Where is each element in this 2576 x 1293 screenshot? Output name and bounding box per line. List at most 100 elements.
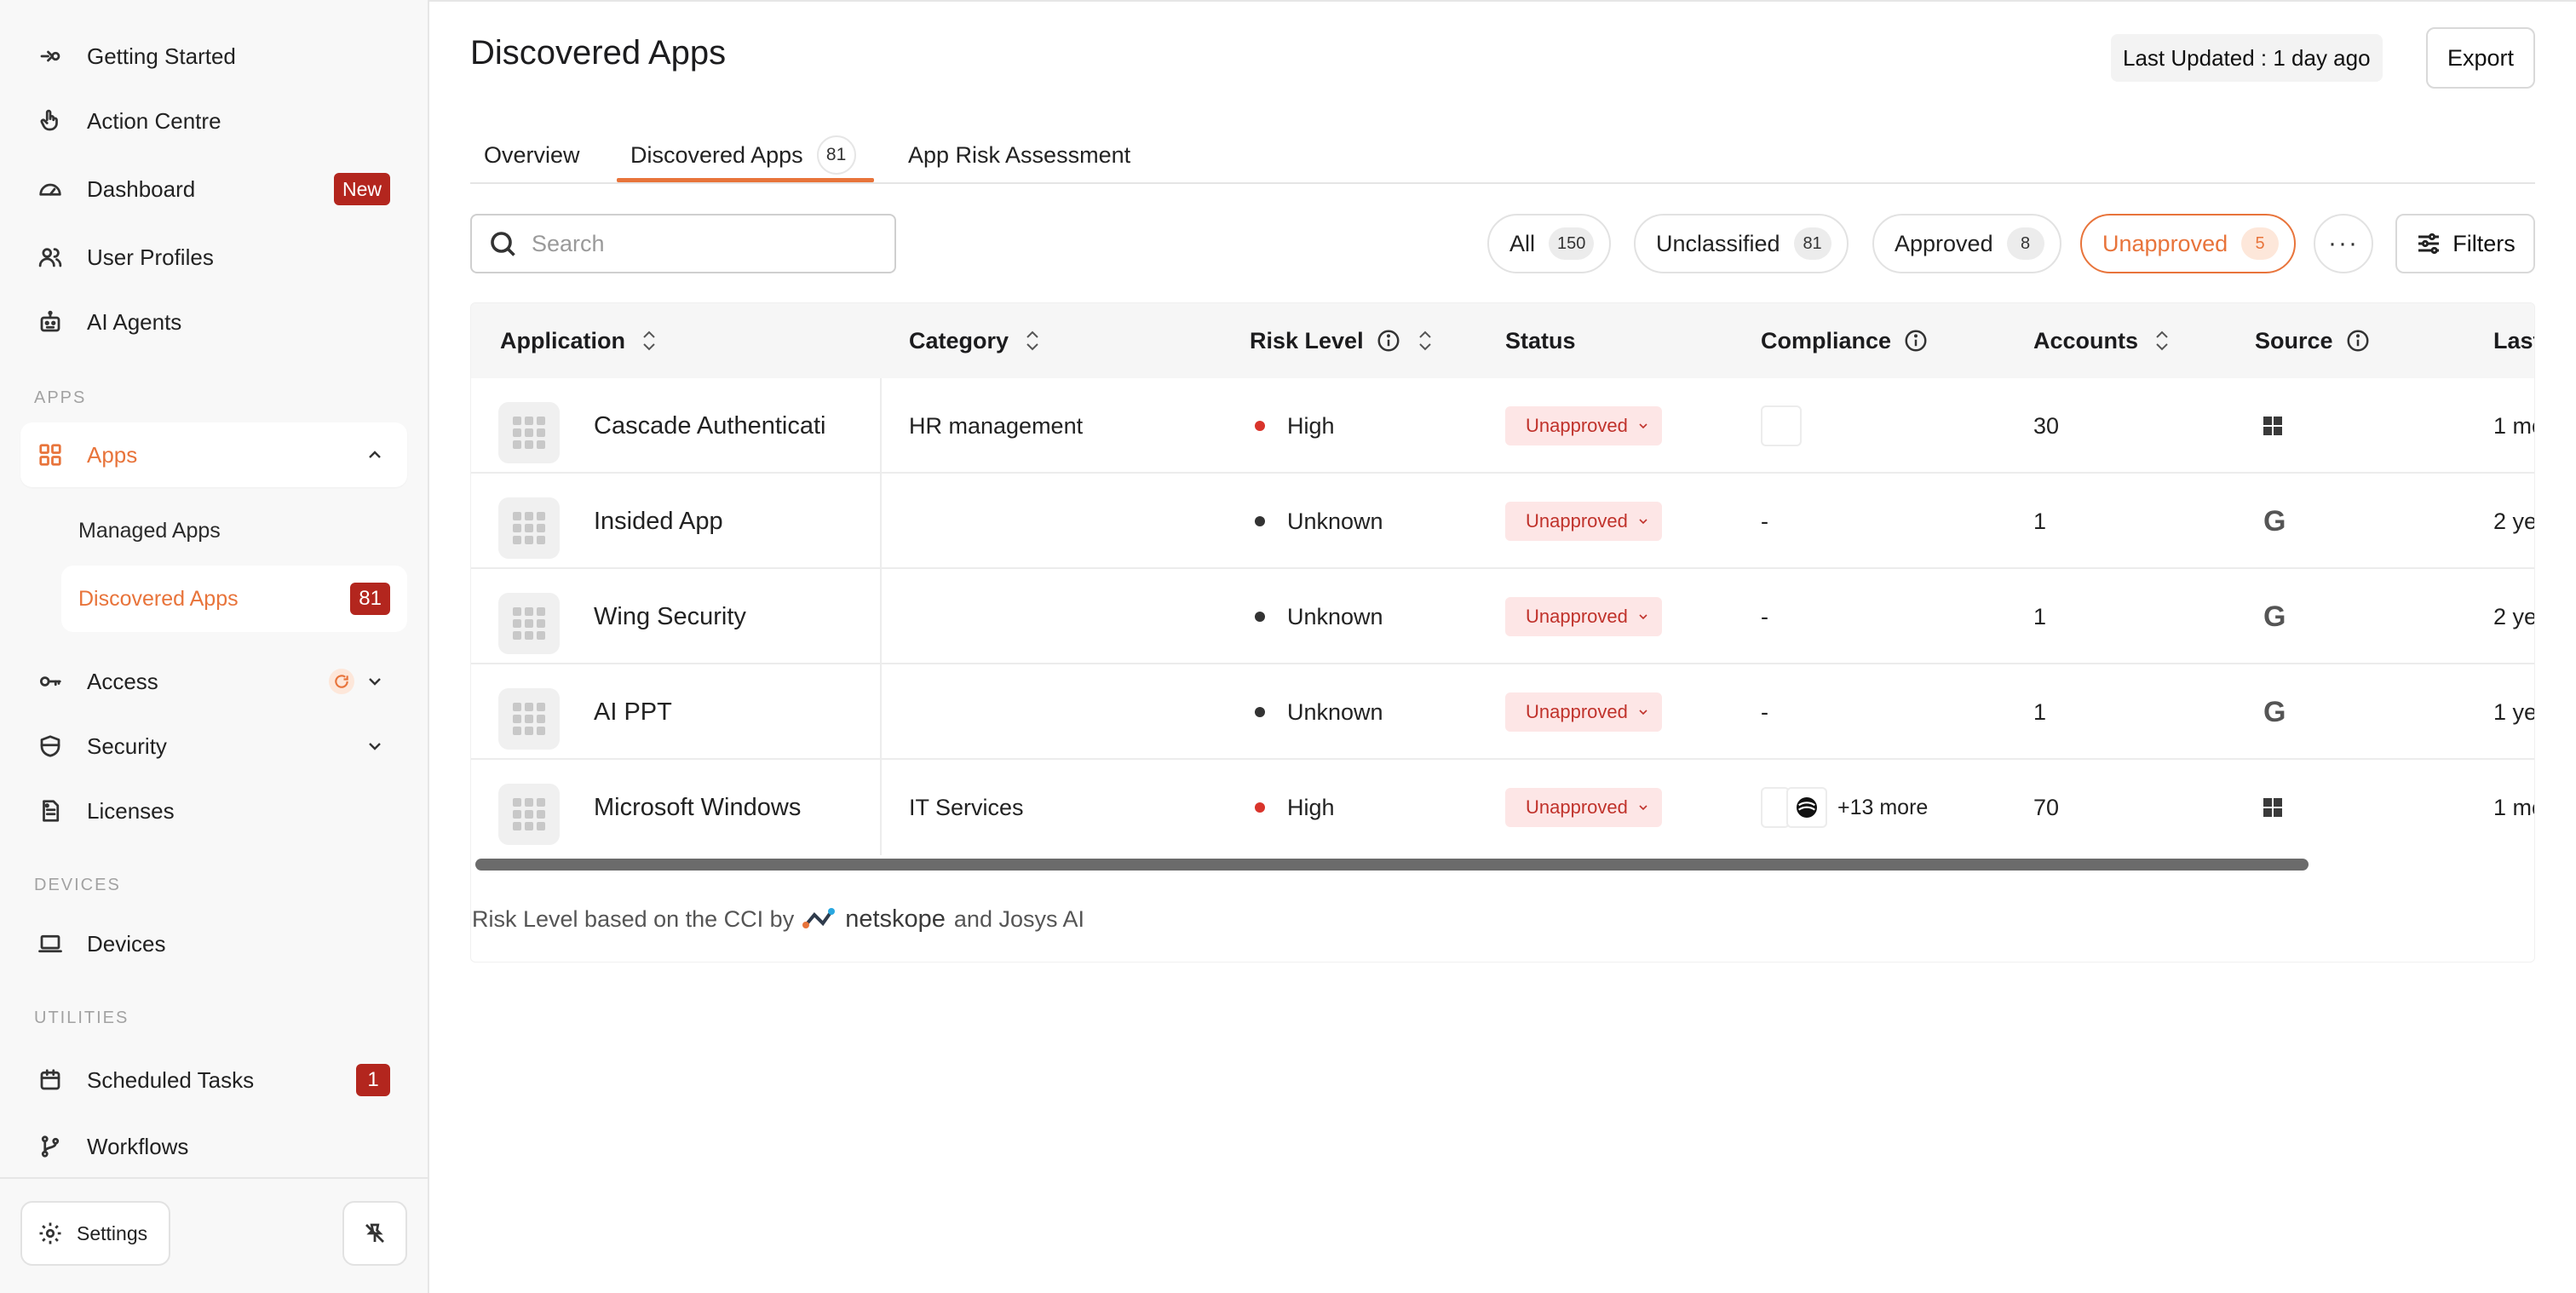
pill-count: 8 (2006, 227, 2044, 260)
info-icon[interactable] (1376, 328, 1401, 353)
google-icon: G (2263, 600, 2286, 633)
app-placeholder-icon (498, 402, 560, 463)
chevron-down-icon[interactable] (365, 736, 385, 756)
risk-unknown-dot (1255, 612, 1265, 622)
sidebar-item-access[interactable]: Access (20, 649, 407, 714)
export-button[interactable]: Export (2426, 27, 2535, 89)
filters-button[interactable]: Filters (2395, 214, 2535, 273)
sidebar-item-security[interactable]: Security (20, 714, 407, 779)
gauge-icon (36, 175, 65, 204)
app-name[interactable]: AI PPT (594, 664, 848, 760)
sidebar-item-getting-started[interactable]: Getting Started (20, 24, 407, 89)
sort-icon[interactable] (2153, 327, 2171, 354)
app-name[interactable]: Microsoft Windows (594, 760, 848, 855)
column-header-accounts[interactable]: Accounts (2033, 303, 2171, 378)
app-placeholder-icon (498, 497, 560, 559)
chevron-down-icon (1639, 614, 1647, 620)
app-name[interactable]: Cascade Authenticati (594, 378, 848, 474)
chevron-down-icon[interactable] (365, 671, 385, 692)
source-cell: G (2263, 664, 2286, 760)
tab-overview[interactable]: Overview (484, 129, 580, 181)
filters-label: Filters (2452, 230, 2516, 256)
horizontal-scrollbar[interactable] (475, 859, 2309, 871)
category-cell: IT Services (909, 794, 1024, 820)
sidebar-item-devices[interactable]: Devices (20, 911, 407, 976)
status-cell: Unapproved (1505, 664, 1662, 760)
tab-app-risk-assessment[interactable]: App Risk Assessment (908, 129, 1130, 181)
app-name[interactable]: Insided App (594, 474, 848, 569)
source-cell (2263, 378, 2282, 474)
sort-icon[interactable] (1417, 327, 1434, 354)
compliance-more-label[interactable]: +13 more (1837, 796, 1928, 820)
chevron-up-icon[interactable] (365, 445, 385, 465)
column-header-category[interactable]: Category (909, 303, 1041, 378)
column-divider (880, 474, 882, 569)
last-cell: 2 ye (2493, 508, 2535, 534)
risk-label: Unknown (1287, 698, 1383, 725)
sidebar-item-user-profiles[interactable]: User Profiles (20, 225, 407, 290)
sidebar-divider (0, 1177, 428, 1179)
table-row[interactable]: Wing Security Unknown Unapproved - 1 G 2… (471, 569, 2534, 664)
column-header-risk-level[interactable]: Risk Level (1250, 303, 1434, 378)
sidebar-item-apps[interactable]: Apps (20, 422, 407, 487)
tab-discovered-apps[interactable]: Discovered Apps 81 (630, 129, 856, 181)
column-label: Risk Level (1250, 327, 1364, 353)
table-row[interactable]: AI PPT Unknown Unapproved - 1 G 1 yea (471, 664, 2534, 760)
filter-pill-unclassified[interactable]: Unclassified 81 (1634, 214, 1849, 273)
sidebar-item-label: Apps (87, 441, 138, 468)
sidebar-item-discovered-apps[interactable]: Discovered Apps 81 (61, 566, 407, 632)
compliance-cell (1761, 378, 1802, 474)
sidebar-item-label: User Profiles (87, 244, 214, 270)
sidebar-item-workflows[interactable]: Workflows (20, 1114, 407, 1179)
sidebar-item-dashboard[interactable]: Dashboard New (20, 157, 407, 221)
sort-icon[interactable] (641, 327, 658, 354)
compliance-logo (1761, 787, 1790, 828)
info-icon[interactable] (1903, 328, 1929, 353)
table-row[interactable]: Insided App Unknown Unapproved - 1 G 2 y… (471, 474, 2535, 569)
info-icon[interactable] (2345, 328, 2371, 353)
column-label: Accounts (2033, 327, 2139, 353)
app-placeholder-icon (498, 688, 560, 750)
google-icon: G (2263, 695, 2286, 728)
status-dropdown[interactable]: Unapproved (1505, 788, 1662, 827)
last-cell: 1 mo (2493, 412, 2534, 439)
sliders-icon (2418, 233, 2440, 255)
column-label: Category (909, 327, 1009, 353)
table-row[interactable]: Cascade Authenticati HR management High … (471, 378, 2534, 474)
sidebar-item-ai-agents[interactable]: AI Agents (20, 290, 407, 354)
column-header-application[interactable]: Application (500, 303, 658, 378)
sidebar-item-managed-apps[interactable]: Managed Apps (61, 497, 407, 564)
search-box[interactable] (470, 214, 896, 273)
top-border (429, 0, 2576, 2)
table-row[interactable]: Microsoft Windows IT Services High Unapp… (471, 760, 2534, 855)
pill-label: Unapproved (2102, 230, 2228, 256)
filter-pill-approved[interactable]: Approved 8 (1872, 214, 2061, 273)
risk-label: High (1287, 794, 1335, 820)
branch-icon (36, 1132, 65, 1161)
source-cell (2263, 760, 2282, 855)
status-dropdown[interactable]: Unapproved (1505, 502, 1662, 541)
status-dropdown[interactable]: Unapproved (1505, 597, 1662, 636)
unpin-sidebar-button[interactable] (342, 1201, 407, 1266)
tab-count-badge: 81 (816, 135, 856, 175)
sort-icon[interactable] (1024, 327, 1041, 354)
column-divider (880, 664, 882, 760)
pill-label: All (1509, 230, 1536, 256)
chevron-down-icon (1639, 423, 1647, 429)
filter-pill-unapproved[interactable]: Unapproved 5 (2080, 214, 2297, 273)
page-title: Discovered Apps (470, 34, 727, 72)
more-options-button[interactable]: ··· (2314, 214, 2373, 273)
settings-button[interactable]: Settings (20, 1201, 170, 1266)
column-label: Compliance (1761, 327, 1892, 353)
sidebar-item-label: Access (87, 668, 158, 694)
status-dropdown[interactable]: Unapproved (1505, 406, 1662, 445)
filter-pill-all[interactable]: All 150 (1487, 214, 1612, 273)
sidebar-item-licenses[interactable]: Licenses (20, 779, 407, 843)
status-dropdown[interactable]: Unapproved (1505, 692, 1662, 732)
risk-unknown-dot (1255, 516, 1265, 526)
sidebar-item-action-centre[interactable]: Action Centre (20, 89, 407, 153)
app-name[interactable]: Wing Security (594, 569, 848, 664)
status-cell: Unapproved (1505, 569, 1662, 664)
search-input[interactable] (532, 230, 872, 257)
sidebar-item-scheduled-tasks[interactable]: Scheduled Tasks 1 (20, 1048, 407, 1112)
